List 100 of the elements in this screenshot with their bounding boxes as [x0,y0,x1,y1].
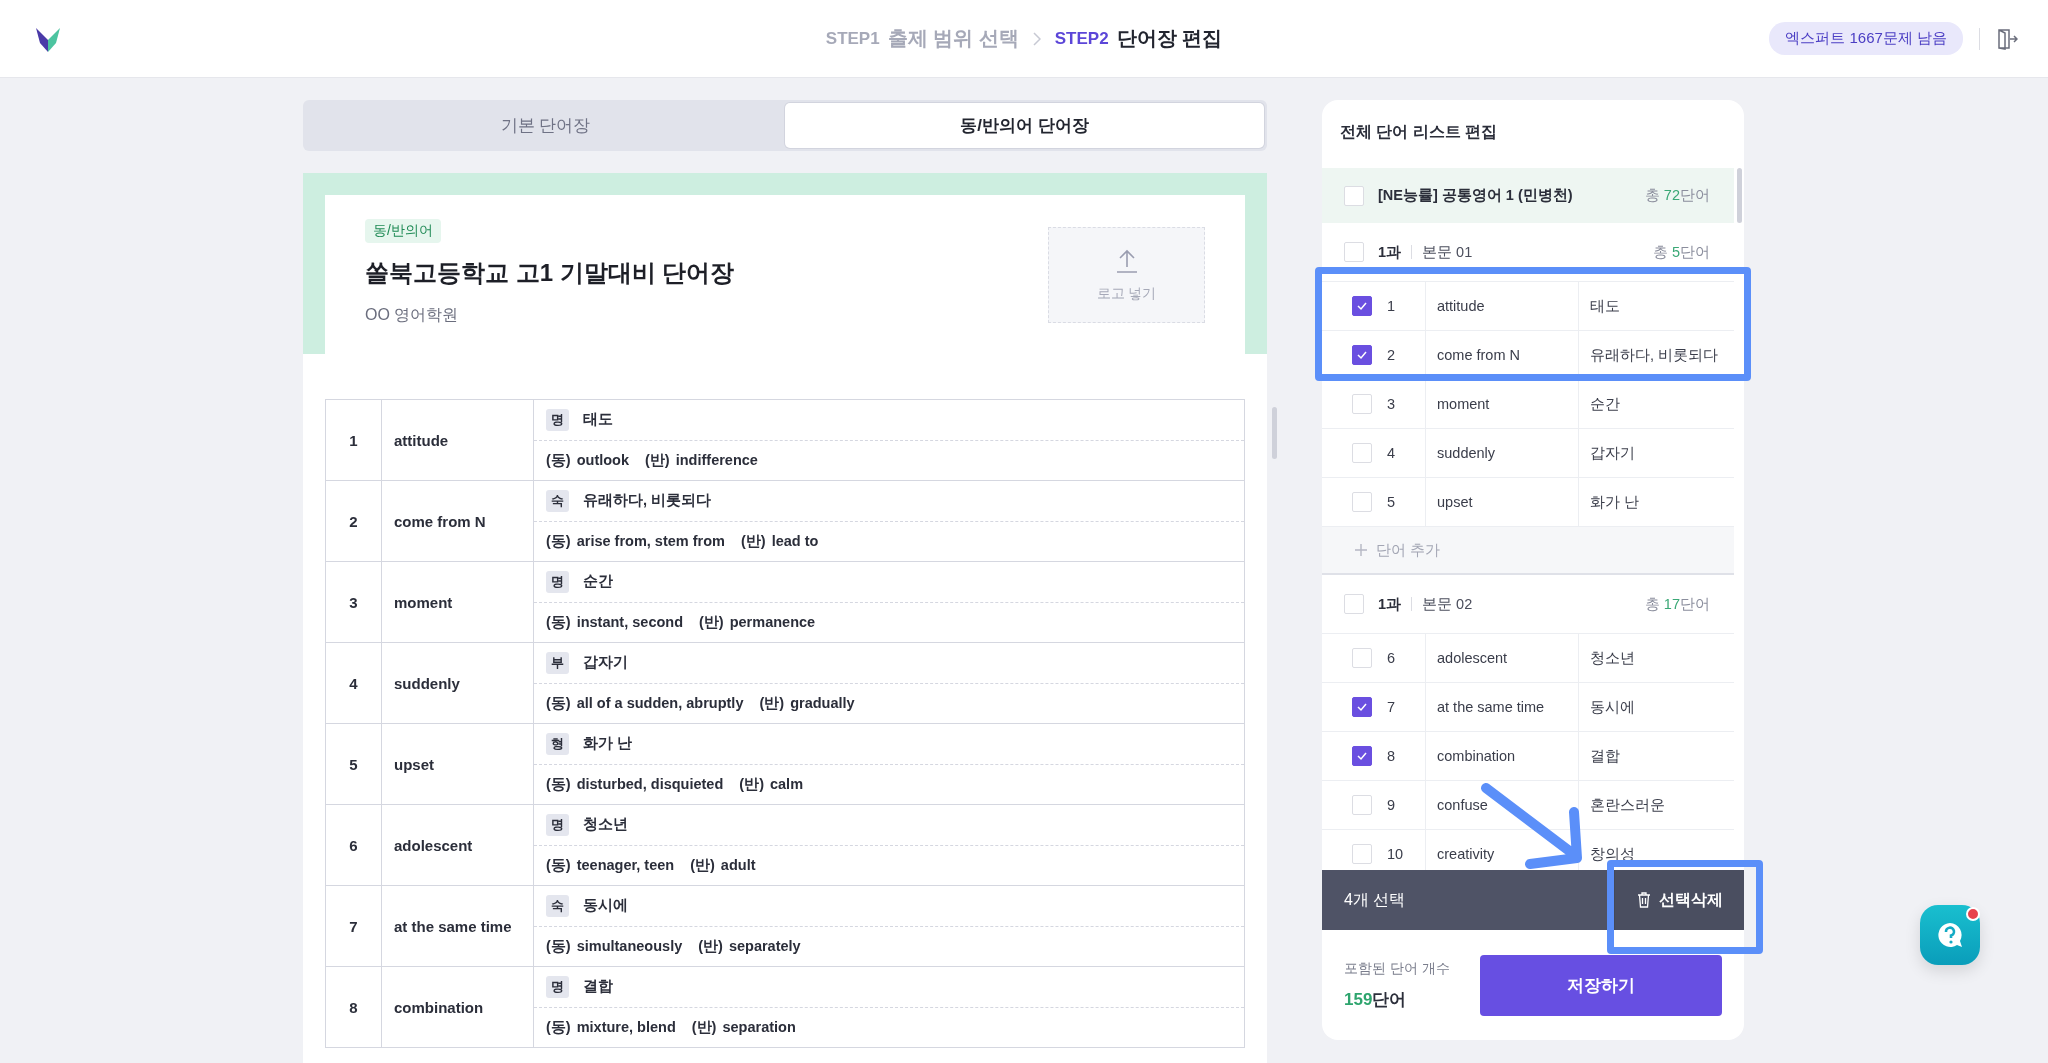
word-number: 1 [1387,298,1396,314]
lesson-unit: 1과 [1378,594,1402,614]
part-of-speech-badge: 숙 [546,489,569,512]
table-cell-text: 화가 난 [1589,492,1641,512]
meaning-text: 청소년 [583,815,628,835]
antonym-label: (반) [698,936,723,956]
lesson-unit: 1과 [1378,242,1402,262]
checkbox[interactable] [1352,345,1372,365]
table-cell: upset [1426,478,1579,526]
synonym-text: instant, second [576,614,684,631]
table-cell: attitude [1426,282,1579,330]
table-cell: upset [382,724,534,804]
meaning-text: 결합 [583,977,613,997]
check-icon [1356,300,1368,312]
delete-selected-button[interactable]: 선택삭제 [1614,870,1744,930]
antonym-label: (반) [739,774,764,794]
table-cell: adolescent [382,805,534,885]
table-cell-text: 동시에 [1589,697,1636,717]
part-of-speech-badge: 명 [546,408,569,431]
table-cell: at the same time [1426,683,1579,731]
meaning-text: 동시에 [583,896,628,916]
checkbox[interactable] [1352,746,1372,766]
antonym-text: permanence [729,614,816,631]
synonym-text: all of a sudden, abruptly [576,695,744,712]
synonym-label: (동) [546,693,571,713]
scrollbar-thumb[interactable] [1737,168,1742,223]
meaning-text: 태도 [583,410,613,430]
chevron-icon [1032,31,1041,46]
table-cell: 1 [326,400,382,480]
table-cell-text: 순간 [1589,394,1621,414]
synonym-text: teenager, teen [576,857,675,874]
question-bubble-icon [1935,920,1965,950]
meaning-text: 갑자기 [583,653,628,673]
help-chat-button[interactable] [1920,905,1980,965]
table-cell: suddenly [1426,429,1579,477]
synonym-text: disturbed, disquieted [576,776,724,793]
exit-icon[interactable] [1996,27,2018,50]
lesson-section: 본문 02 [1422,594,1473,614]
table-cell: 7 [326,886,382,966]
table-cell: 4 [326,643,382,723]
word-number: 5 [1387,494,1396,510]
table-cell-text: 태도 [1589,296,1621,316]
step-indicator: STEP2 단어장 편집 [1054,26,1223,51]
part-of-speech-badge: 숙 [546,894,569,917]
step-indicator: STEP1 출제 범위 선택 [825,26,1019,51]
word-total: 총 5단어 [1652,242,1710,262]
synonym-label: (동) [546,774,571,794]
word-number: 10 [1387,846,1404,862]
category-tag: 동/반의어 [365,219,441,243]
synonym-label: (동) [546,612,571,632]
word-number: 9 [1387,797,1396,813]
academy-name: OO 영어학원 [365,305,459,325]
synonym-text: mixture, blend [576,1019,676,1036]
antonym-label: (반) [645,450,670,470]
table-cell-text: 혼란스러운 [1589,795,1666,815]
word-number: 4 [1387,445,1396,461]
included-count-label: 포함된 단어 개수 [1344,959,1450,978]
part-of-speech-badge: 명 [546,813,569,836]
check-icon [1356,701,1368,713]
word-number: 6 [1387,650,1396,666]
antonym-label: (반) [759,693,785,713]
tab[interactable]: 기본 단어장 [306,103,785,148]
table-cell: suddenly [382,643,534,723]
table-cell: combination [382,967,534,1047]
synonym-text: outlook [576,452,630,469]
table-cell: attitude [382,400,534,480]
scrollbar-thumb[interactable] [1272,407,1277,459]
table-cell: 5 [326,724,382,804]
part-of-speech-badge: 명 [546,570,569,593]
trash-icon [1636,892,1651,908]
check-icon [1356,750,1368,762]
table-cell: come from N [382,481,534,561]
tab[interactable]: 동/반의어 단어장 [785,103,1264,148]
antonym-text: lead to [771,533,819,550]
table-cell: adolescent [1426,634,1579,682]
word-number: 2 [1387,347,1396,363]
table-cell: 3 [326,562,382,642]
part-of-speech-badge: 형 [546,732,569,755]
word-total: 총 72단어 [1644,186,1710,205]
table-cell: moment [382,562,534,642]
synonym-label: (동) [546,531,571,551]
antonym-label: (반) [740,531,766,551]
quota-badge: 엑스퍼트 1667문제 남음 [1769,22,1963,55]
antonym-label: (반) [691,1017,717,1037]
antonym-text: gradually [790,695,855,712]
table-cell-text: 결합 [1589,746,1621,766]
panel-title: 전체 단어 리스트 편집 [1339,122,1499,142]
table-cell: combination [1426,732,1579,780]
word-total: 총 17단어 [1644,594,1710,614]
synonym-label: (동) [546,855,571,875]
book-row[interactable]: [NE능률] 공통영어 1 (민병천) 총 72단어 [1322,168,1734,223]
checkbox[interactable] [1352,697,1372,717]
synonym-text: simultaneously [576,938,683,955]
antonym-text: separation [722,1019,796,1036]
word-number: 7 [1387,699,1396,715]
save-button[interactable]: 저장하기 [1479,954,1722,1016]
synonym-label: (동) [546,450,571,470]
meaning-text: 화가 난 [583,734,633,754]
checkbox[interactable] [1352,296,1372,316]
word-number: 8 [1387,748,1396,764]
